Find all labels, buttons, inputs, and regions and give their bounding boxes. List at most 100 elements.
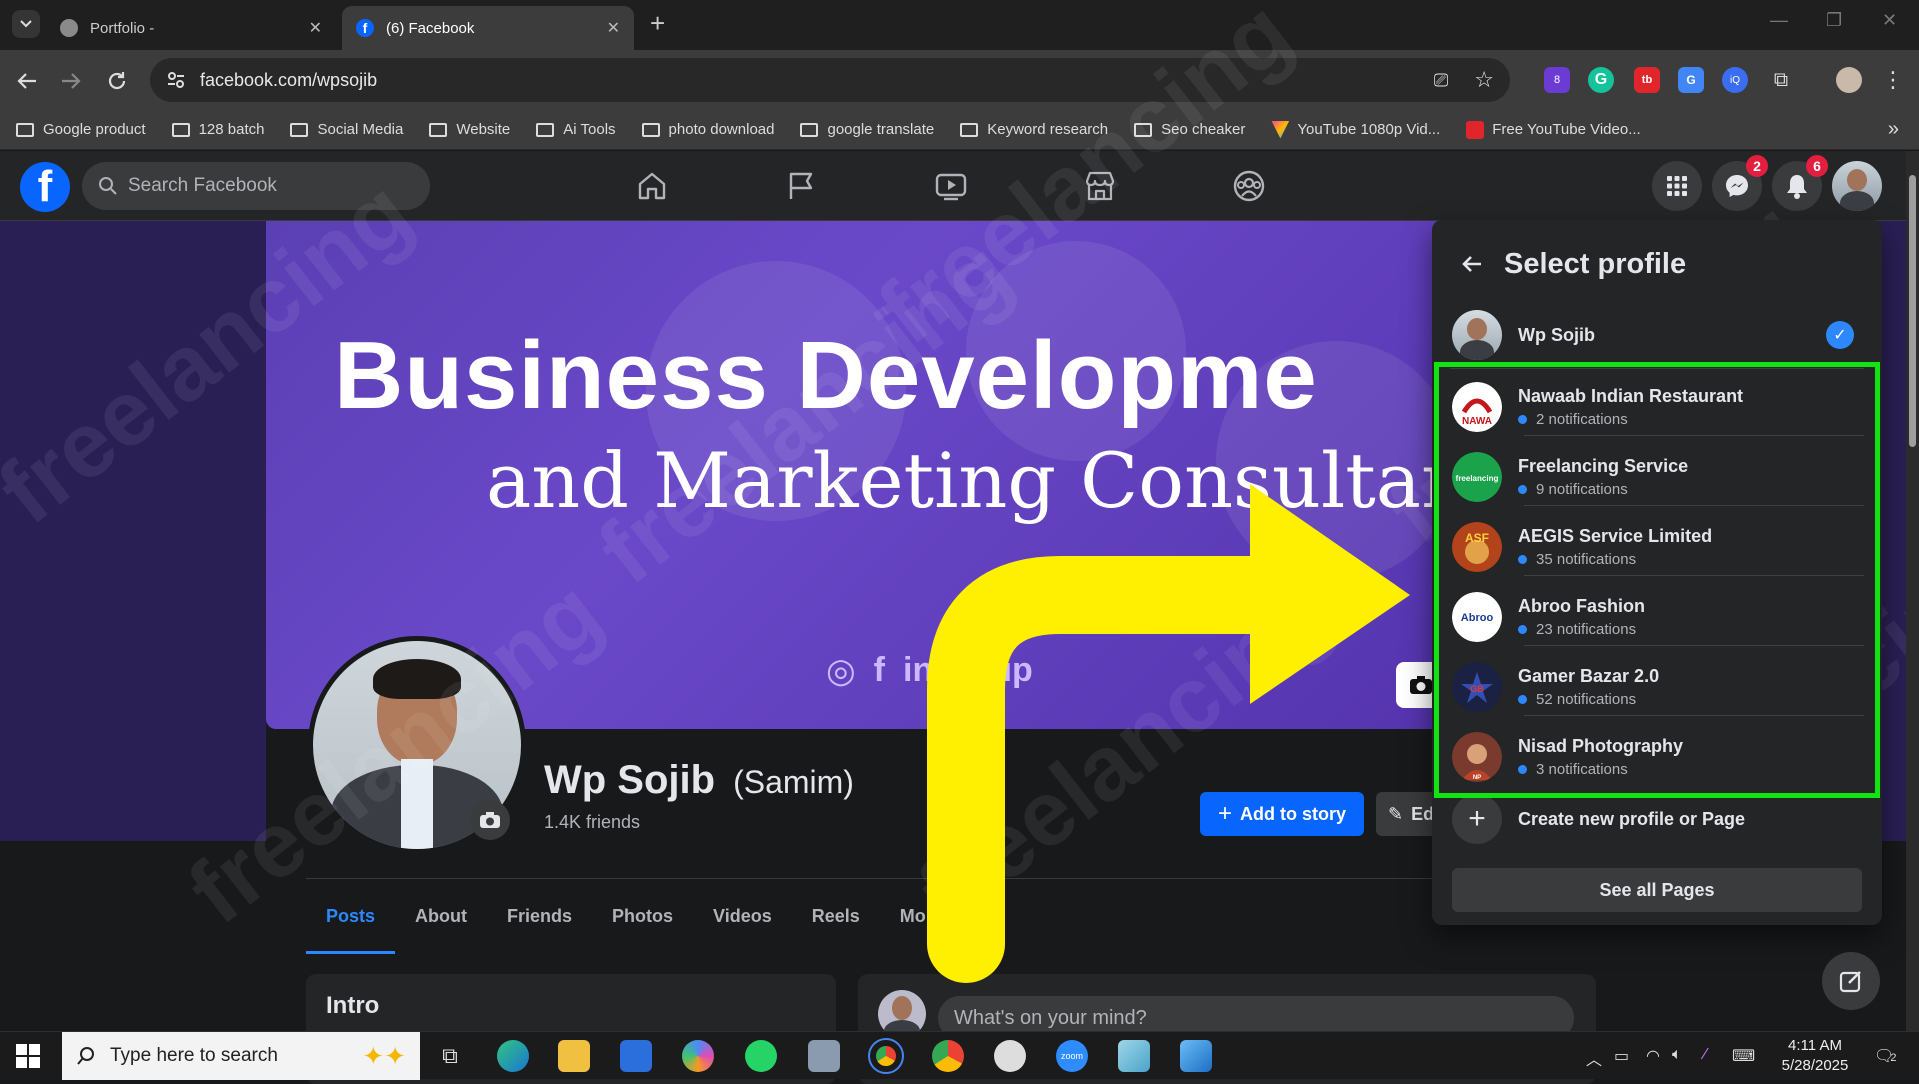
account-avatar-button[interactable]	[1832, 161, 1882, 211]
tab-more[interactable]: More	[880, 884, 963, 954]
panel-separator	[1524, 575, 1864, 576]
bookmark-128-batch[interactable]: 128 batch	[171, 121, 264, 138]
folder-icon	[536, 122, 555, 137]
task-view-icon[interactable]: ⧉	[434, 1040, 466, 1072]
page-option-nawaab[interactable]: NAWA Nawaab Indian Restaurant 2 notifica…	[1432, 376, 1882, 438]
extension-purple-icon[interactable]: 8	[1544, 67, 1570, 93]
close-tab-icon[interactable]: ✕	[607, 18, 620, 38]
bookmark-label: Website	[456, 121, 511, 138]
menu-grid-button[interactable]	[1652, 161, 1702, 211]
whatsapp-icon[interactable]	[745, 1040, 777, 1072]
bookmark-label: Seo cheaker	[1161, 121, 1246, 138]
restore-icon[interactable]: ❐	[1826, 10, 1842, 31]
bookmark-free-youtube-video[interactable]: Free YouTube Video...	[1466, 120, 1641, 139]
tab-posts[interactable]: Posts	[306, 884, 396, 954]
copilot-icon[interactable]	[682, 1040, 714, 1072]
browser-tab-facebook[interactable]: f (6) Facebook ✕	[342, 6, 634, 50]
tab-videos[interactable]: Videos	[693, 884, 792, 954]
browser-tab-portfolio[interactable]: Portfolio - ✕	[46, 6, 336, 50]
bookmark-photo-download[interactable]: photo download	[641, 121, 774, 138]
minimize-icon[interactable]: —	[1770, 10, 1788, 31]
pages-flag-icon[interactable]	[784, 169, 818, 203]
marketplace-icon[interactable]	[1083, 169, 1117, 203]
bookmark-website[interactable]: Website	[429, 121, 510, 138]
extensions-puzzle-icon[interactable]: ⧉	[1768, 67, 1794, 93]
paint-icon[interactable]	[1180, 1040, 1212, 1072]
forward-button[interactable]	[58, 68, 84, 94]
home-icon[interactable]	[635, 169, 669, 203]
close-window-icon[interactable]: ✕	[1882, 10, 1897, 31]
groups-icon[interactable]	[1232, 169, 1266, 203]
scrollbar-thumb[interactable]	[1909, 175, 1916, 447]
tab-about[interactable]: About	[395, 884, 487, 954]
new-message-button[interactable]	[1822, 952, 1880, 1010]
notifications-button[interactable]: 6	[1772, 155, 1828, 211]
pen-icon[interactable]: ∕	[1704, 1046, 1707, 1064]
panel-back-button[interactable]	[1452, 244, 1492, 284]
bookmark-social-media[interactable]: Social Media	[290, 121, 403, 138]
page-option-abroo[interactable]: Abroo Abroo Fashion 23 notifications	[1432, 586, 1882, 648]
create-profile-or-page[interactable]: + Create new profile or Page	[1432, 794, 1882, 844]
address-bar[interactable]: facebook.com/wpsojib ⎚ ☆	[150, 58, 1510, 102]
page-scrollbar[interactable]	[1906, 151, 1919, 1031]
tab-search-dropdown[interactable]	[12, 10, 40, 38]
friends-count[interactable]: 1.4K friends	[544, 812, 640, 833]
zoom-icon[interactable]: zoom	[1056, 1040, 1088, 1072]
back-button[interactable]	[14, 68, 40, 94]
chrome-menu-icon[interactable]: ⋮	[1880, 67, 1906, 93]
edge-icon[interactable]	[497, 1040, 529, 1072]
facebook-logo-icon[interactable]: f	[20, 162, 70, 212]
browser-toolbar: facebook.com/wpsojib ⎚ ☆ 8 G tb G iQ ⧉ ⋮	[0, 50, 1919, 110]
photos-app-icon[interactable]	[808, 1040, 840, 1072]
grammarly-icon[interactable]: G	[1588, 67, 1614, 93]
edit-profile-picture-camera-icon[interactable]	[470, 800, 510, 840]
file-explorer-icon[interactable]	[558, 1040, 590, 1072]
see-all-pages-button[interactable]: See all Pages	[1452, 868, 1862, 912]
windows-start-icon[interactable]	[16, 1044, 40, 1068]
reload-button[interactable]	[104, 68, 130, 94]
extension-red-icon[interactable]: tb	[1634, 67, 1660, 93]
tab-photos[interactable]: Photos	[592, 884, 693, 954]
battery-icon[interactable]: ▭	[1614, 1046, 1629, 1066]
logo-text: NP	[1473, 775, 1481, 781]
obs-icon[interactable]	[994, 1040, 1026, 1072]
bookmark-google-product[interactable]: Google product	[16, 121, 146, 138]
page-option-aegis[interactable]: ASF AEGIS Service Limited 35 notificatio…	[1432, 516, 1882, 578]
logo-text: ASF	[1465, 531, 1489, 545]
video-icon[interactable]	[934, 169, 968, 203]
more-bookmarks-icon[interactable]: »	[1888, 118, 1899, 141]
taskbar-search-input[interactable]: Type here to search ✦✦	[62, 1032, 420, 1080]
new-tab-button[interactable]: +	[650, 8, 665, 39]
bookmark-seo-cheaker[interactable]: Seo cheaker	[1134, 121, 1245, 138]
messenger-button[interactable]: 2	[1712, 155, 1768, 211]
close-tab-icon[interactable]: ✕	[309, 18, 322, 38]
google-translate-icon[interactable]: G	[1678, 67, 1704, 93]
chrome-profile-avatar[interactable]	[1836, 67, 1862, 93]
bookmark-ai-tools[interactable]: Ai Tools	[536, 121, 616, 138]
keyboard-icon[interactable]: ⌨	[1732, 1046, 1755, 1066]
bookmark-youtube-1080p[interactable]: YouTube 1080p Vid...	[1271, 120, 1440, 139]
chrome-icon-2[interactable]	[932, 1040, 964, 1072]
taskbar-clock[interactable]: 4:11 AM 5/28/2025	[1770, 1036, 1860, 1076]
page-option-gamer-bazar[interactable]: GB Gamer Bazar 2.0 52 notifications	[1432, 656, 1882, 718]
install-app-icon[interactable]: ⎚	[1434, 70, 1448, 91]
profile-option-current[interactable]: Wp Sojib ✓	[1432, 306, 1882, 364]
facebook-search-input[interactable]: Search Facebook	[82, 162, 430, 210]
add-to-story-button[interactable]: + Add to story	[1200, 792, 1364, 836]
tab-friends[interactable]: Friends	[487, 884, 592, 954]
bookmark-star-icon[interactable]: ☆	[1474, 67, 1494, 93]
tray-chevron-up-icon[interactable]: ︿	[1586, 1046, 1602, 1070]
wifi-icon[interactable]: ◠	[1646, 1046, 1660, 1066]
notepad-icon[interactable]	[1118, 1040, 1150, 1072]
tab-reels[interactable]: Reels	[792, 884, 880, 954]
bookmark-google-translate[interactable]: google translate	[800, 121, 934, 138]
chat-icon[interactable]: 🗨︎2	[1874, 1046, 1896, 1066]
volume-icon[interactable]: 🔈︎	[1672, 1046, 1682, 1064]
chrome-icon-1[interactable]	[868, 1038, 904, 1074]
bookmark-keyword-research[interactable]: Keyword research	[960, 121, 1108, 138]
page-option-freelancing[interactable]: freelancing Freelancing Service 9 notifi…	[1432, 446, 1882, 508]
extension-iq-icon[interactable]: iQ	[1722, 67, 1748, 93]
page-option-nisad[interactable]: NP Nisad Photography 3 notifications	[1432, 726, 1882, 788]
page-option-notifications: 9 notifications	[1518, 481, 1688, 498]
store-icon[interactable]	[620, 1040, 652, 1072]
